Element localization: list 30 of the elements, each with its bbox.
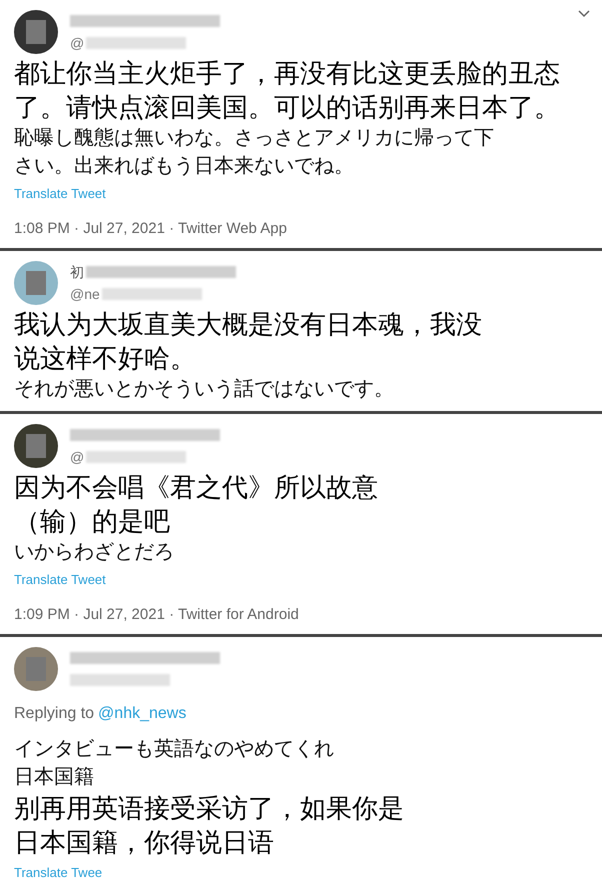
- avatar-icon: [14, 261, 58, 305]
- subtitle-caption: 别再用英语接受采访了，如果你是: [14, 792, 405, 825]
- tweet-text: インタビューも英語なのやめてくれ: [14, 737, 335, 762]
- tweet-text: 日本国籍: [14, 765, 95, 790]
- subtitle-caption: 都让你当主火炬手了，再没有比这更丢脸的丑态: [14, 57, 561, 90]
- translate-link[interactable]: Translate Twee: [14, 863, 102, 883]
- tweet-timestamp: 1:09 PM · Jul 27, 2021 · Twitter for Android: [14, 605, 299, 625]
- subtitle-caption: 说这样不好哈。: [14, 342, 197, 375]
- subtitle-caption: 了。请快点滚回美国。可以的话别再来日本了。: [14, 91, 561, 124]
- user-handle: @ne: [70, 284, 100, 304]
- subtitle-caption: 我认为大坂直美大概是没有日本魂，我没: [14, 308, 483, 341]
- translate-link[interactable]: Translate Tweet: [14, 570, 106, 590]
- translate-link[interactable]: Translate Tweet: [14, 184, 106, 204]
- mention-link[interactable]: @nhk_news: [98, 703, 186, 725]
- subtitle-caption: （输）的是吧: [14, 505, 171, 538]
- user-handle: @: [70, 34, 84, 52]
- tweet-text: それが悪いとかそういう話ではないです。: [14, 377, 395, 402]
- subtitle-caption: 日本国籍，你得说日语: [14, 826, 275, 859]
- user-name[interactable]: 初: [70, 262, 84, 282]
- tweet-timestamp: 1:08 PM · Jul 27, 2021 · Twitter Web App: [14, 219, 287, 239]
- tweet-text: 恥曝し醜態は無いわな。さっさとアメリカに帰って下: [14, 126, 495, 151]
- user-handle: @: [70, 448, 84, 466]
- avatar-icon: [14, 647, 58, 691]
- tweet-text: さい。出来ればもう日本来ないでね。: [14, 154, 355, 179]
- avatar-icon: [14, 424, 58, 468]
- subtitle-caption: 因为不会唱《君之代》所以故意: [14, 471, 379, 504]
- tweet-text: いからわざとだろ: [14, 540, 175, 565]
- avatar-icon: [14, 10, 58, 54]
- chevron-down-icon[interactable]: [578, 10, 590, 18]
- replying-label: Replying to: [14, 704, 94, 724]
